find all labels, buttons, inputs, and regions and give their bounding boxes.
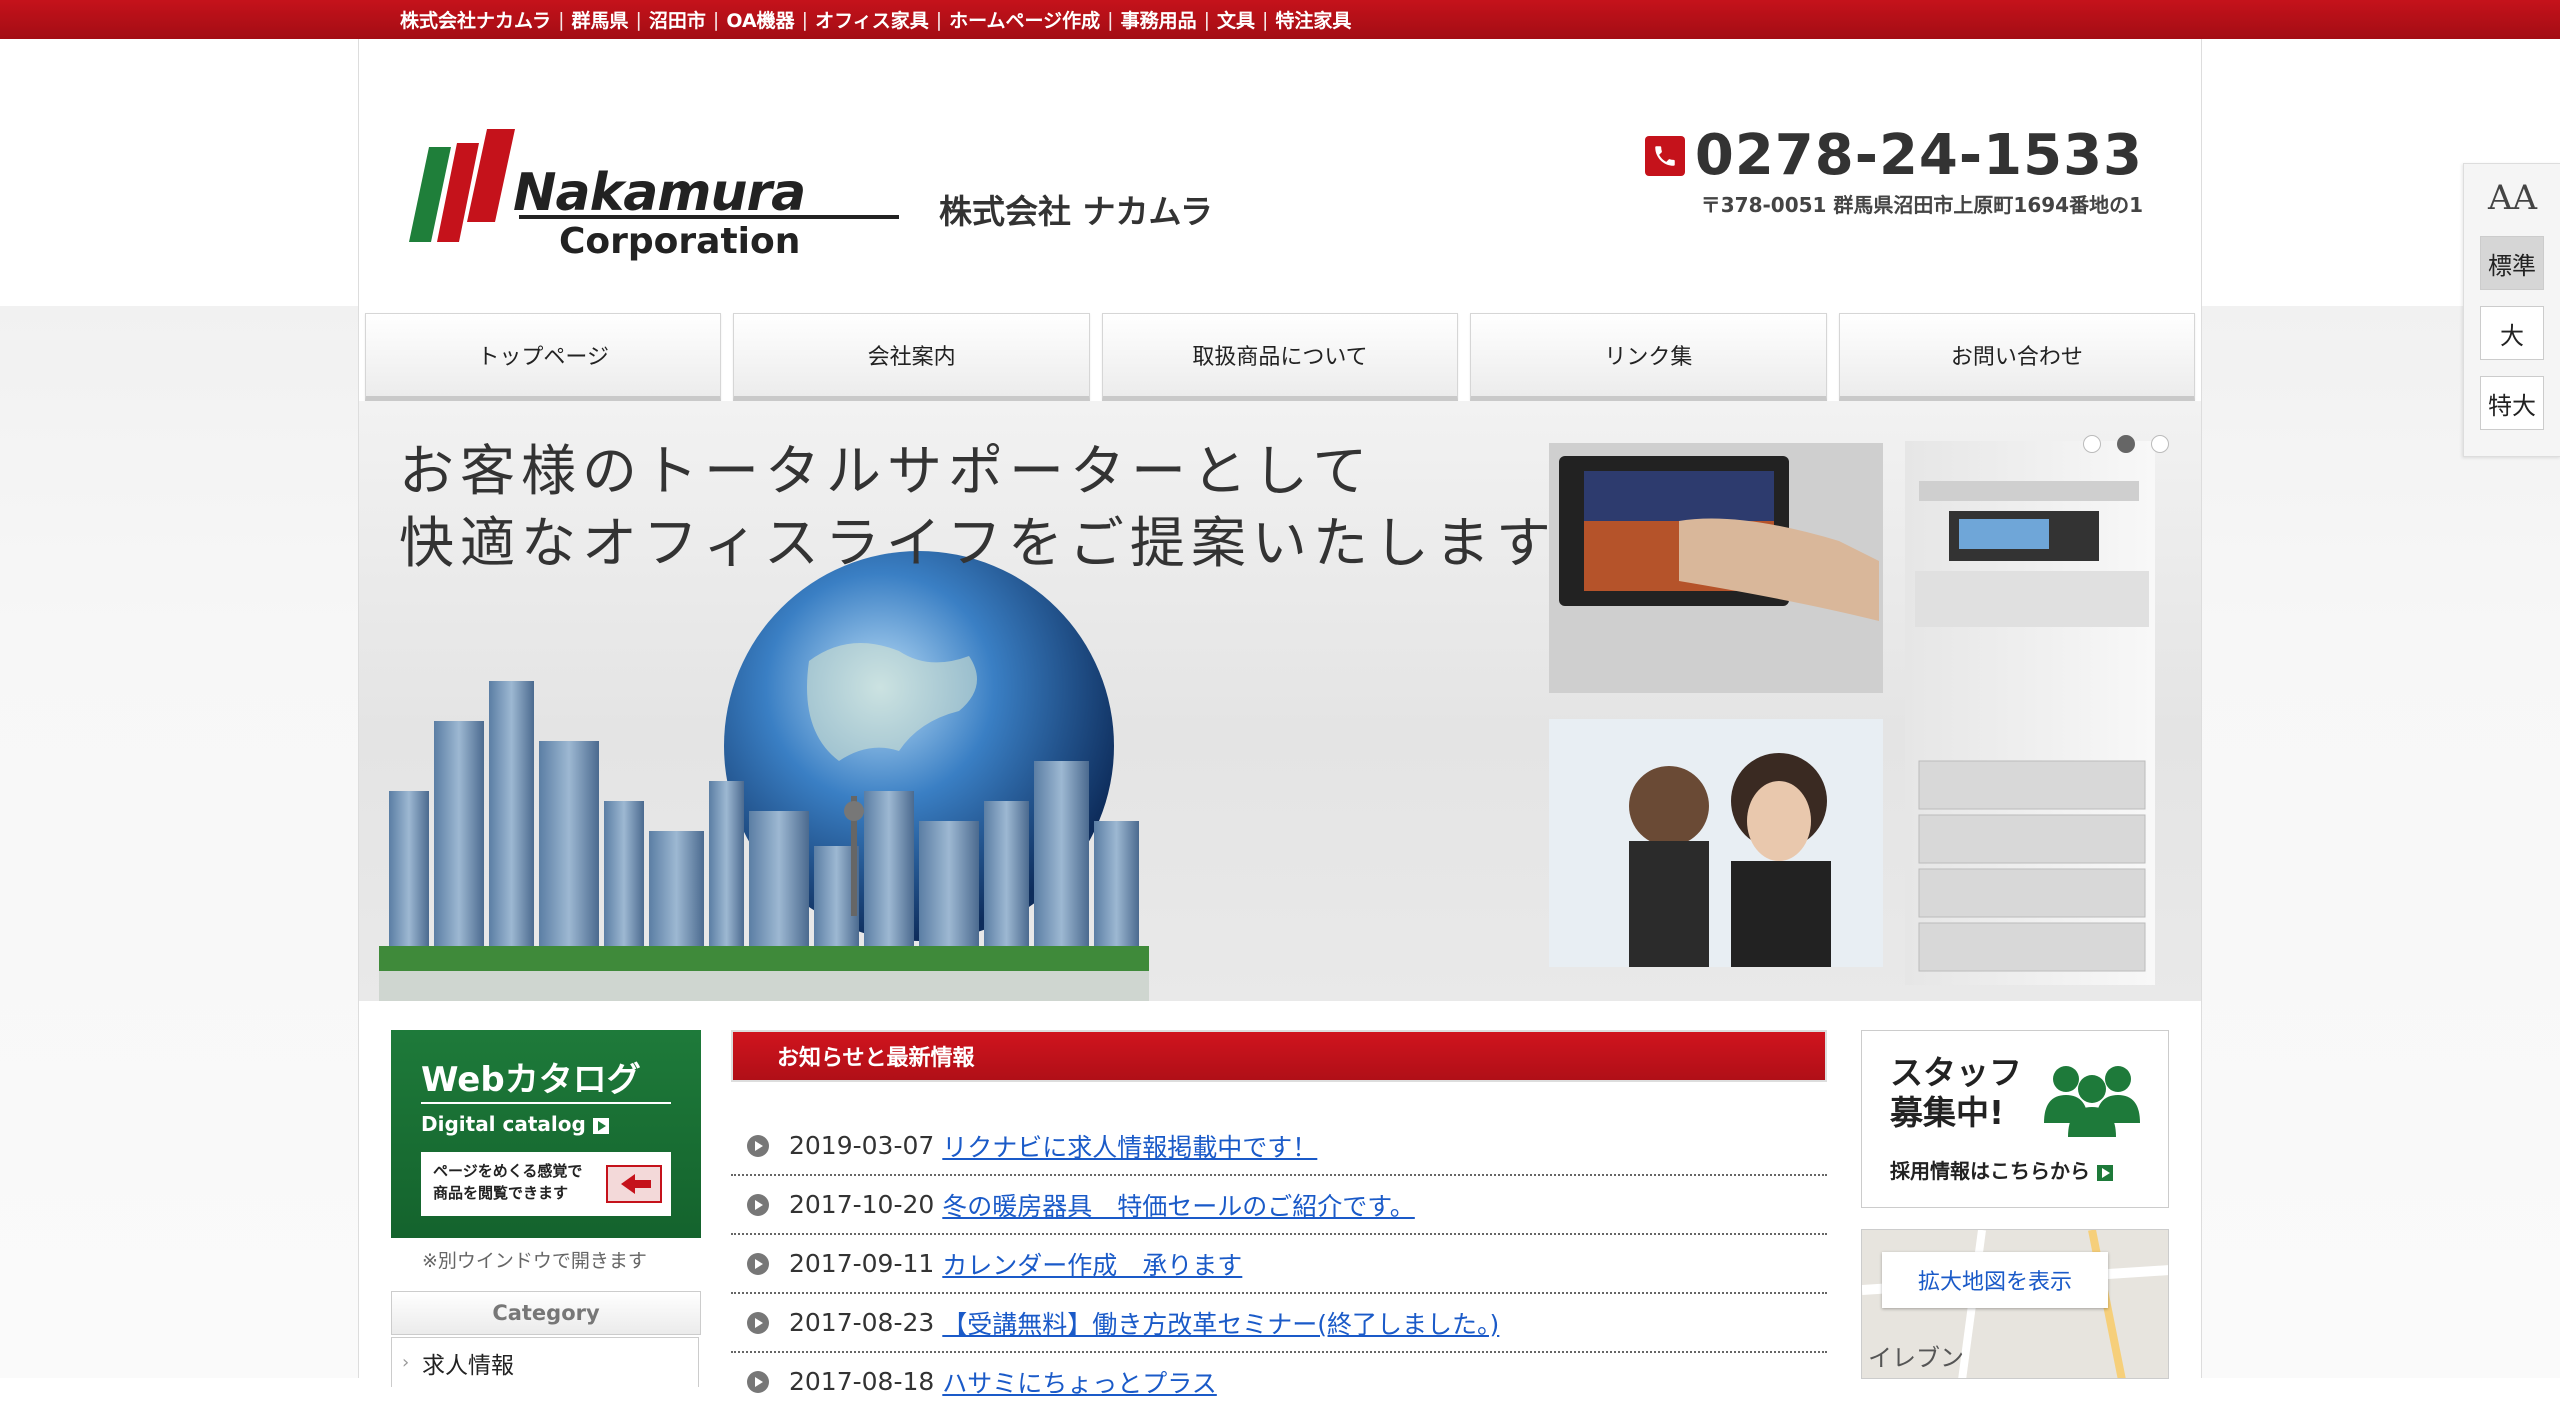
news-date: 2017-09-11 <box>789 1249 935 1278</box>
slider-dot[interactable] <box>2151 435 2169 453</box>
news-date: 2017-08-18 <box>789 1367 935 1396</box>
web-catalog-banner[interactable]: Webカタログ Digital catalog ページをめくる感覚で 商品を閲覧… <box>391 1030 701 1238</box>
nav-contact[interactable]: お問い合わせ <box>1838 313 2196 401</box>
map-enlarge-button[interactable]: 拡大地図を表示 <box>1882 1252 2108 1308</box>
category-heading: Category <box>391 1291 701 1335</box>
arrow-bullet-icon <box>747 1252 769 1275</box>
nav-top[interactable]: トップページ <box>365 313 722 401</box>
category-item-label: 求人情報 <box>422 1352 514 1379</box>
play-icon <box>2096 1164 2113 1181</box>
top-keyword-list: 株式会社ナカムラ | 群馬県 | 沼田市 | OA機器 | オフィス家具 | ホームページ… <box>400 0 1351 39</box>
recruit-link: 採用情報はこちらから <box>1890 1155 2113 1184</box>
hero-slider[interactable]: お客様のトータルサポーターとして 快適なオフィスライフをご提案いたします <box>359 401 2201 1001</box>
webcat-divider <box>421 1102 671 1104</box>
arrow-bullet-icon <box>747 1134 769 1157</box>
webcat-subtitle: Digital catalog <box>421 1112 609 1136</box>
top-keyword: 文具 <box>1217 10 1256 32</box>
news-item: 2017-09-11 カレンダー作成 承ります <box>731 1235 1827 1294</box>
company-logo[interactable]: Nakamura Corporation 株式会社 ナカムラ <box>409 87 1213 281</box>
webcat-description: ページをめくる感覚で 商品を閲覧できます <box>421 1152 671 1216</box>
news-item: 2017-10-20 冬の暖房器具 特価セールのご紹介です。 <box>731 1176 1827 1235</box>
news-item: 2017-08-23 【受講無料】働き方改革セミナー(終了しました。) <box>731 1294 1827 1353</box>
people-icon <box>2044 1066 2140 1137</box>
font-size-xlarge-button[interactable]: 特大 <box>2480 376 2544 430</box>
logo-sub: Corporation <box>559 221 801 262</box>
hero-caption: お客様のトータルサポーターとして 快適なオフィスライフをご提案いたします <box>399 435 1557 579</box>
company-name-jp: 株式会社 ナカムラ <box>939 192 1213 231</box>
news-heading: お知らせと最新情報 <box>731 1030 1827 1082</box>
top-keyword: 株式会社ナカムラ <box>400 10 552 32</box>
news-item: 2017-08-18 ハサミにちょっとプラス <box>731 1353 1827 1410</box>
top-keyword: OA機器 <box>726 10 795 32</box>
play-icon <box>592 1117 609 1134</box>
phone-block[interactable]: 0278-24-1533 <box>1644 123 2143 188</box>
logo-name: Nakamura <box>513 163 806 223</box>
top-keyword: 沼田市 <box>648 10 706 32</box>
news-item: 2019-03-07 リクナビに求人情報掲載中です！ <box>731 1117 1827 1176</box>
phone-number: 0278-24-1533 <box>1694 123 2143 188</box>
news-link[interactable]: 【受講無料】働き方改革セミナー(終了しました。) <box>942 1305 1499 1341</box>
top-keyword: オフィス家具 <box>815 10 929 32</box>
main-nav: トップページ 会社案内 取扱商品について リンク集 お問い合わせ <box>365 311 2196 405</box>
slider-dot-active[interactable] <box>2117 435 2135 453</box>
top-keyword: 群馬県 <box>571 10 629 32</box>
hero-line2: 快適なオフィスライフをご提案いたします <box>399 511 1557 575</box>
company-address: 〒378-0051 群馬県沼田市上原町1694番地の1 <box>1700 193 2143 217</box>
news-date: 2017-08-23 <box>789 1308 935 1337</box>
top-keyword-bar: 株式会社ナカムラ | 群馬県 | 沼田市 | OA機器 | オフィス家具 | ホームページ… <box>0 0 2560 39</box>
slider-dot[interactable] <box>2083 435 2101 453</box>
font-size-standard-button[interactable]: 標準 <box>2480 236 2544 290</box>
news-link[interactable]: カレンダー作成 承ります <box>942 1246 1242 1282</box>
slider-dots <box>2083 435 2169 453</box>
nav-company[interactable]: 会社案内 <box>733 313 1090 401</box>
news-date: 2017-10-20 <box>789 1190 935 1219</box>
font-size-widget: AA 標準 大 特大 <box>2463 163 2560 457</box>
news-link[interactable]: ハサミにちょっとプラス <box>942 1364 1217 1400</box>
recruit-banner[interactable]: スタッフ 募集中! 採用情報はこちらから <box>1861 1030 2169 1208</box>
chevron-right-icon: › <box>402 1352 410 1373</box>
arrow-bullet-icon <box>747 1311 769 1334</box>
top-keyword: ホームページ作成 <box>949 10 1101 32</box>
recruit-title: スタッフ 募集中! <box>1890 1053 2022 1132</box>
hero-line1: お客様のトータルサポーターとして <box>399 439 1374 503</box>
webcat-title: Webカタログ <box>421 1060 641 1100</box>
nav-products[interactable]: 取扱商品について <box>1101 313 1459 401</box>
news-link[interactable]: リクナビに求人情報掲載中です！ <box>942 1128 1317 1164</box>
nav-links[interactable]: リンク集 <box>1470 313 1827 401</box>
phone-icon <box>1644 135 1685 176</box>
category-item-recruit[interactable]: › 求人情報 <box>391 1337 699 1387</box>
news-link[interactable]: 冬の暖房器具 特価セールのご紹介です。 <box>942 1187 1415 1223</box>
map-label: イレブン <box>1868 1344 1964 1372</box>
arrow-bullet-icon <box>747 1193 769 1216</box>
font-size-icon: AA <box>2487 178 2538 218</box>
arrow-bullet-icon <box>747 1370 769 1393</box>
new-window-note: ※別ウインドウで開きます <box>422 1250 647 1272</box>
top-keyword: 事務用品 <box>1120 10 1197 32</box>
top-keyword: 特注家具 <box>1275 10 1352 32</box>
font-size-large-button[interactable]: 大 <box>2480 306 2544 360</box>
news-list: 2019-03-07 リクナビに求人情報掲載中です！ 2017-10-20 冬の… <box>731 1117 1827 1410</box>
news-date: 2019-03-07 <box>789 1131 935 1160</box>
page-container: Nakamura Corporation 株式会社 ナカムラ 0278-24-1… <box>358 39 2202 1398</box>
page-turn-icon <box>606 1165 662 1203</box>
google-map[interactable]: 拡大地図を表示 イレブン <box>1861 1229 2169 1379</box>
